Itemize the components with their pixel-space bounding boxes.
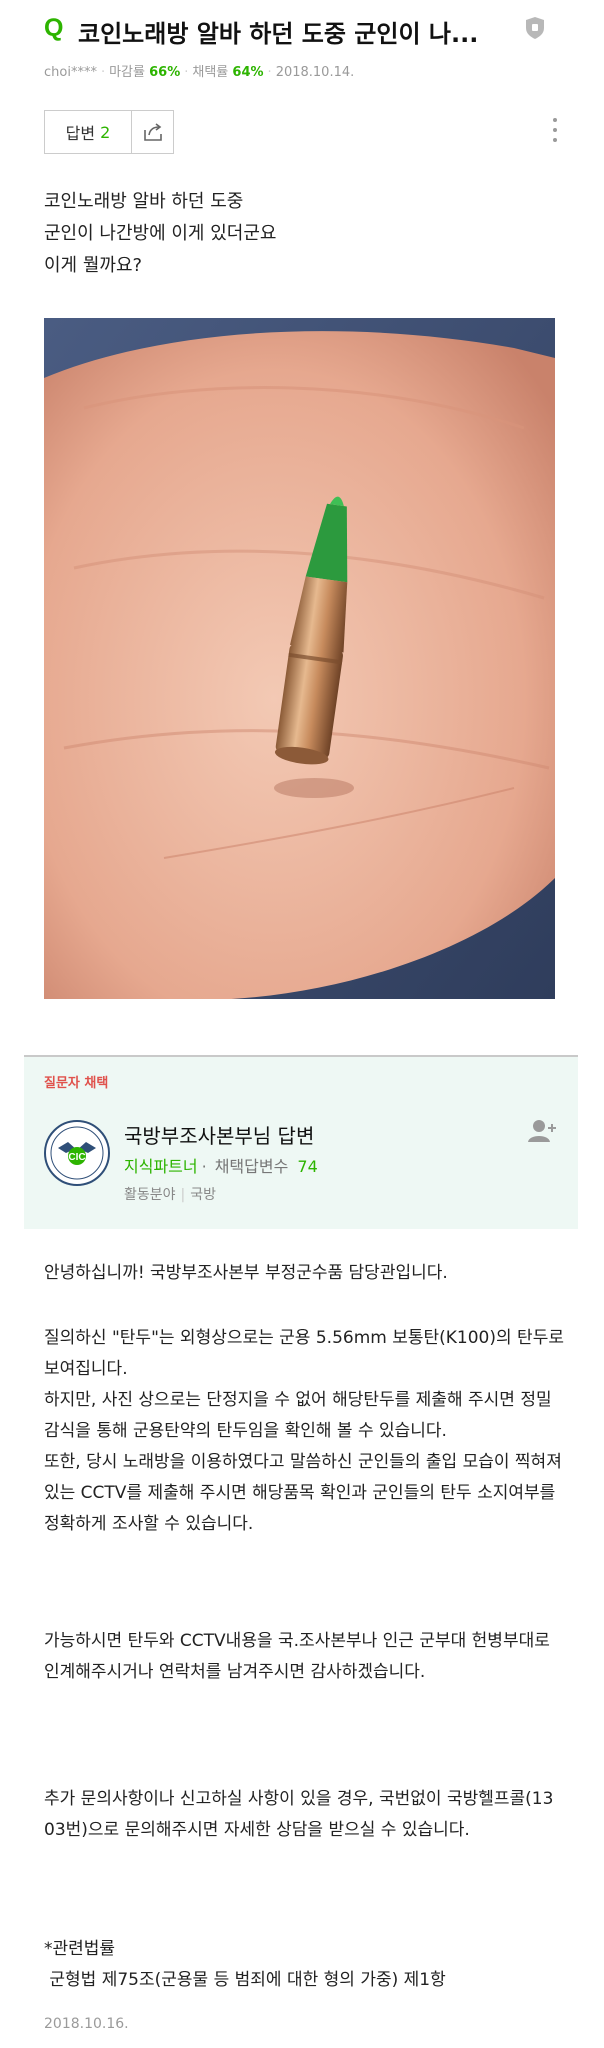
question-photo[interactable] <box>44 318 555 999</box>
answer-paragraph: 질의하신 "탄두"는 외형상으로는 군용 5.56mm 보통탄(K100)의 탄… <box>44 1328 564 1534</box>
share-icon <box>143 123 162 141</box>
answer-toolbar: 답변 2 <box>44 110 174 154</box>
author-id: choi**** <box>44 65 97 80</box>
answer-count-button[interactable]: 답변 2 <box>45 111 132 153</box>
answer-date: 2018.10.16. <box>44 2016 129 2032</box>
question-body: 코인노래방 알바 하던 도중 군인이 나간방에 이게 있더군요 이게 뭘까요? <box>44 186 276 282</box>
answer-author-name[interactable]: 국방부조사본부님 답변 <box>124 1120 314 1149</box>
question-line: 군인이 나간방에 이게 있더군요 <box>44 223 277 244</box>
page-title: 코인노래방 알바 하던 도중 군인이 나... <box>78 20 479 48</box>
question-date: 2018.10.14. <box>275 65 355 80</box>
question-meta: choi**** · 마감률 66% · 채택률 64% · 2018.10.14. <box>44 65 355 80</box>
add-friend-icon[interactable] <box>528 1118 558 1144</box>
question-line: 코인노래방 알바 하던 도중 <box>44 191 244 212</box>
answer-count: 2 <box>100 122 111 142</box>
activity-field: 활동분야 | 국방 <box>124 1187 217 1203</box>
more-vertical-icon[interactable] <box>552 118 558 148</box>
adopted-count: 74 <box>297 1157 318 1176</box>
partner-label: 지식파트너 <box>124 1157 198 1176</box>
emblem-icon[interactable]: CIC <box>44 1120 110 1186</box>
adopted-count-label: 채택답변수 <box>214 1157 289 1176</box>
partner-line: 지식파트너 · 채택답변수 74 <box>124 1157 318 1176</box>
shield-icon[interactable] <box>525 16 545 40</box>
field-label: 활동분야 <box>124 1187 176 1203</box>
svg-text:CIC: CIC <box>68 1152 85 1163</box>
adopt-rate-value: 64% <box>232 65 264 80</box>
answer-paragraph: 가능하시면 탄두와 CCTV내용을 국.조사본부나 인근 군부대 헌병부대로 인… <box>44 1631 550 1682</box>
question-line: 이게 뭘까요? <box>44 255 143 276</box>
chosen-answer-badge: 질문자 채택 <box>44 1076 109 1091</box>
adopt-rate-label: 채택률 <box>192 65 229 80</box>
answer-label: 답변 <box>65 124 96 143</box>
close-rate-label: 마감률 <box>109 65 145 80</box>
share-button[interactable] <box>132 111 173 153</box>
bullet-in-hand-image <box>44 318 555 999</box>
field-value: 국방 <box>190 1187 217 1203</box>
answer-paragraph: 추가 문의사항이나 신고하실 사항이 있을 경우, 국번없이 국방헬프콜(130… <box>44 1789 554 1840</box>
answer-paragraph: 안녕하십니까! 국방부조사본부 부정군수품 담당관입니다. <box>44 1263 448 1283</box>
question-badge-icon: Q <box>44 14 64 42</box>
close-rate-value: 66% <box>149 65 181 80</box>
related-law: *관련법률 군형법 제75조(군용물 등 범죄에 대한 형의 가중) 제1항 <box>44 1939 446 1990</box>
